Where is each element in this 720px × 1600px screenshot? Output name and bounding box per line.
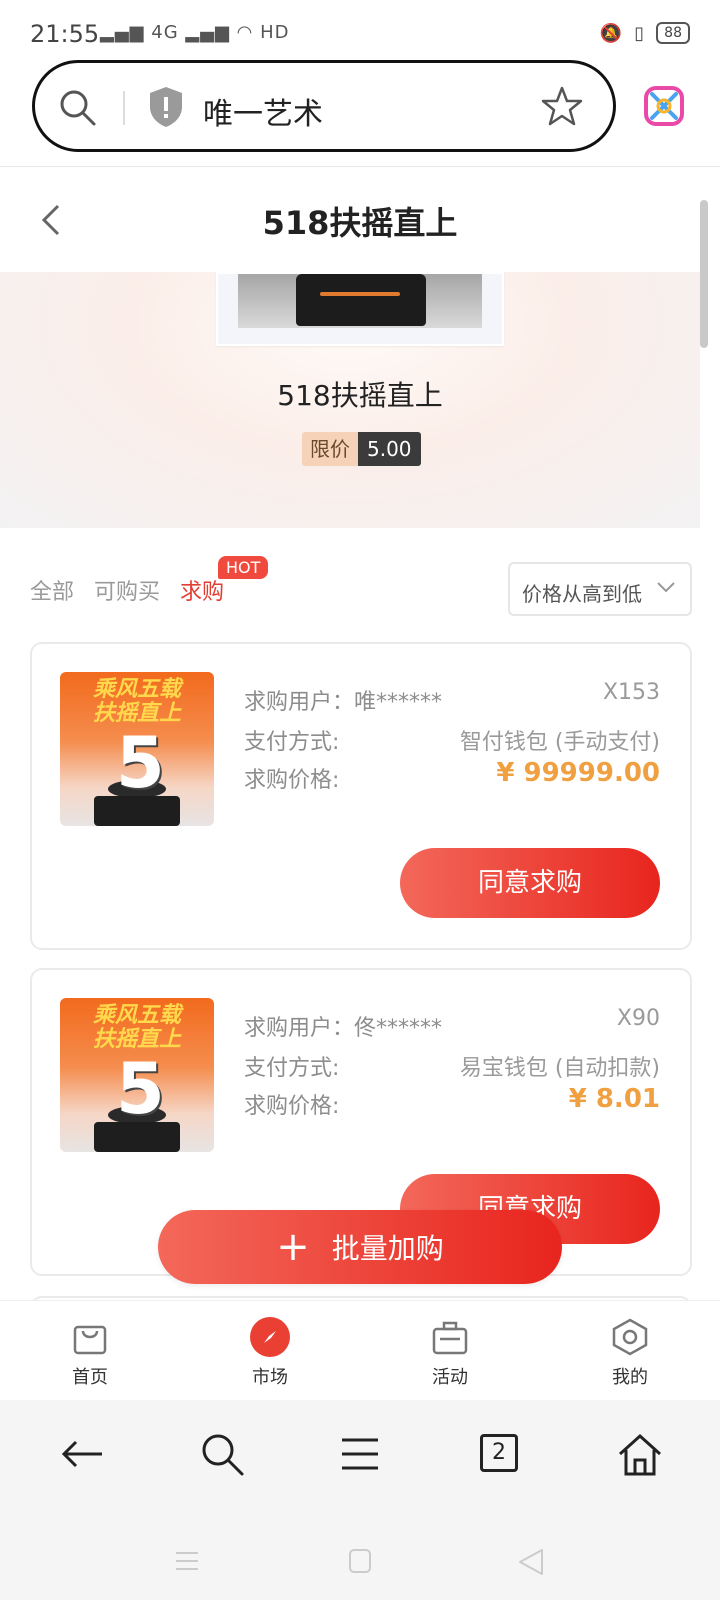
menu-icon[interactable] [336,1430,384,1478]
status-bar: 21:55 ▂▄▆ 4G ▂▄▆ ◠ HD 🔕 ▯ 88 [0,0,720,60]
nav-home-label: 首页 [72,1367,108,1388]
nav-mine-label: 我的 [612,1367,648,1388]
hexagon-icon [612,1318,648,1356]
buyer-name: 佟****** [354,1016,443,1041]
bag-icon [73,1325,107,1355]
page-header: 518扶摇直上 [0,168,700,272]
payment-value: 智付钱包 (手动支付) [459,730,660,755]
status-right: 🔕 ▯ 88 [600,22,690,44]
thumbnail-number: 5 [116,722,165,804]
signal-icons: ▂▄▆ 4G ▂▄▆ ◠ HD [100,22,290,43]
back-arrow-icon[interactable] [58,1430,106,1478]
nav-activity-label: 活动 [432,1367,468,1388]
limit-price-value: 5.00 [358,432,421,466]
buyer-row: 求购用户：唯****** [244,684,442,716]
chevron-down-icon [657,582,675,593]
vibrate-icon: ▯ [634,22,645,44]
search-icon[interactable] [57,87,97,127]
shield-icon[interactable] [147,85,185,129]
nav-home[interactable]: 首页 [40,1317,140,1389]
browser-toolbar: 2 [0,1400,720,1512]
buyer-label: 求购用户： [244,690,355,715]
buyer-name: 唯****** [354,690,443,715]
tab-all[interactable]: 全部 [30,574,74,606]
address-divider [123,91,125,125]
price-label: 求购价格: [244,768,340,793]
price-value: ¥ 8.01 [568,1084,660,1114]
recents-icon[interactable] [174,1548,200,1574]
thumbnail-caption: 乘风五载 扶摇直上 [92,1003,181,1052]
batch-add-label: 批量加购 [331,1232,444,1265]
quantity: X90 [616,1006,660,1031]
hd-label: HD [260,22,290,43]
nav-market-label: 市场 [252,1367,288,1388]
thumbnail-number: 5 [116,1048,165,1130]
buyer-row: 求购用户：佟****** [244,1010,442,1042]
tab-wanted[interactable]: 求购 [180,574,224,606]
nav-mine[interactable]: 我的 [580,1317,680,1389]
wifi-icon: ◠ [236,22,254,43]
battery-icon: 88 [656,22,690,44]
app-bottom-nav: 首页 市场 活动 我的 [0,1300,720,1400]
filter-tabs: 全部 可购买 求购 [30,574,224,606]
listing-thumbnail: 乘风五载 扶摇直上 5 [60,672,214,826]
payment-label: 支付方式: [244,1056,340,1081]
plus-icon: + [276,1224,310,1270]
quantity: X153 [602,680,660,705]
nav-market[interactable]: 市场 [220,1317,320,1389]
payment-label: 支付方式: [244,730,340,755]
system-nav [0,1512,720,1600]
home-icon[interactable] [616,1430,664,1478]
artwork-image [216,272,504,346]
nav-activity[interactable]: 活动 [400,1317,500,1389]
address-bar[interactable]: 唯一艺术 [32,60,616,152]
listing-thumbnail: 乘风五载 扶摇直上 5 [60,998,214,1152]
site-label[interactable]: 唯一艺术 [203,89,323,133]
hero-section: 518扶摇直上 限价 5.00 [0,272,700,528]
sort-dropdown[interactable]: 价格从高到低 [508,562,692,616]
status-time: 21:55 [30,20,100,48]
browser-app-icon[interactable] [642,84,686,128]
price-label: 求购价格: [244,1094,340,1119]
sort-label: 价格从高到低 [522,582,642,606]
payment-value: 易宝钱包 (自动扣款) [459,1056,660,1081]
tab-buyable[interactable]: 可购买 [94,574,160,606]
batch-add-button[interactable]: + 批量加购 [158,1210,562,1284]
price-value: ¥ 99999.00 [496,758,660,788]
page-title: 518扶摇直上 [262,204,458,242]
scrollbar[interactable] [700,200,708,348]
bookmark-star-icon[interactable] [541,85,583,127]
limit-price-tag: 限价 5.00 [302,432,421,466]
listing-card: 乘风五载 扶摇直上 5 求购用户：唯****** X153 支付方式: 智付钱包 … [30,642,692,950]
artwork-name: 518扶摇直上 [277,379,443,412]
back-triangle-icon[interactable] [518,1548,544,1576]
agree-purchase-button[interactable]: 同意求购 [400,848,660,918]
mute-icon: 🔕 [599,22,623,44]
home-button-icon[interactable] [348,1548,372,1574]
compass-icon [250,1317,290,1357]
network-type: 4G [151,22,179,43]
briefcase-icon [432,1321,468,1355]
tabs-count-button[interactable]: 2 [480,1434,518,1472]
search-icon[interactable] [198,1430,246,1478]
thumbnail-caption: 乘风五载 扶摇直上 [92,677,181,726]
limit-price-label: 限价 [302,432,358,466]
address-separator [0,166,720,167]
hot-badge: HOT [218,556,269,579]
signal-icon: ▂▄▆ [100,22,145,43]
buyer-label: 求购用户： [244,1016,355,1041]
signal-icon-2: ▂▄▆ [185,22,230,43]
